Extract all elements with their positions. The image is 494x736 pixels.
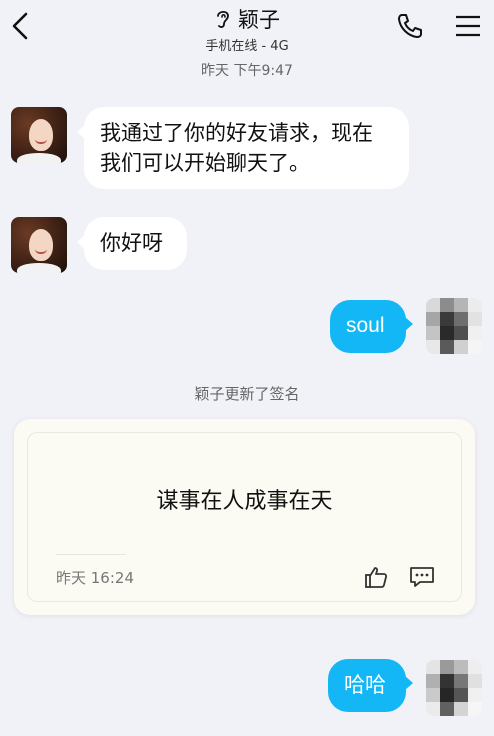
my-avatar[interactable] <box>426 660 482 716</box>
system-note: 颖子更新了签名 <box>194 385 300 403</box>
contact-name: 颖子 <box>238 8 280 32</box>
message-timestamp: 昨天 下午9:47 <box>201 63 293 79</box>
comment-icon[interactable] <box>409 566 435 588</box>
contact-avatar[interactable] <box>11 107 67 163</box>
menu-icon[interactable] <box>455 14 481 38</box>
signature-card-inner: 谋事在人成事在天 昨天 16:24 <box>27 432 462 602</box>
card-divider <box>56 554 126 555</box>
signature-card[interactable]: 谋事在人成事在天 昨天 16:24 <box>14 419 475 615</box>
signature-text: 谋事在人成事在天 <box>156 489 333 514</box>
phone-icon[interactable] <box>396 12 424 40</box>
ear-icon <box>217 10 229 28</box>
message-bubble-outgoing[interactable]: soul <box>330 300 413 353</box>
chat-header: 颖子 手机在线 - 4G <box>0 0 494 56</box>
message-bubble-incoming[interactable]: 你好呀 <box>77 217 187 270</box>
signature-time: 昨天 16:24 <box>56 569 134 587</box>
contact-avatar[interactable] <box>11 217 67 273</box>
message-bubble-outgoing[interactable]: 哈哈 <box>328 659 413 712</box>
message-bubble-incoming[interactable]: 我通过了你的好友请求，现在我们可以开始聊天了。 <box>77 107 409 189</box>
thumbs-up-icon[interactable] <box>364 565 388 589</box>
my-avatar[interactable] <box>426 298 482 354</box>
